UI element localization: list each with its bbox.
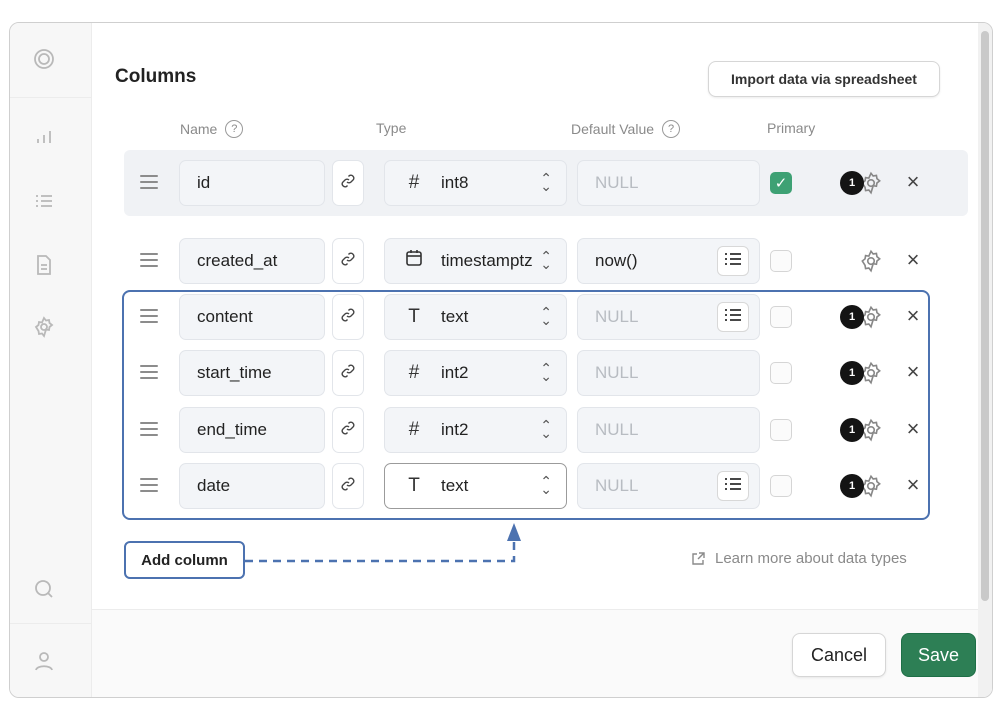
column-name-value: created_at bbox=[197, 251, 278, 270]
column-name-input[interactable]: created_at bbox=[179, 238, 325, 284]
header-type-label: Type bbox=[376, 120, 407, 136]
drag-handle-icon[interactable] bbox=[140, 253, 158, 267]
column-type-value: timestamptz bbox=[441, 251, 533, 270]
import-spreadsheet-button[interactable]: Import data via spreadsheet bbox=[708, 61, 940, 97]
sidebar-divider bbox=[10, 97, 92, 98]
scrollbar[interactable] bbox=[978, 23, 992, 697]
count-badge: 1 bbox=[840, 474, 864, 498]
count-badge: 1 bbox=[840, 418, 864, 442]
close-icon[interactable]: × bbox=[902, 171, 924, 193]
column-row: id # int8 ⌃ ⌄ NULL ✓ 1 × bbox=[124, 160, 968, 208]
link-icon bbox=[340, 251, 356, 272]
default-value: NULL bbox=[595, 173, 639, 192]
external-link-icon bbox=[692, 551, 705, 565]
count-badge: 1 bbox=[840, 171, 864, 195]
document-icon[interactable] bbox=[32, 253, 56, 277]
header-default-value: Default Value ? bbox=[571, 120, 681, 138]
learn-more-label: Learn more about data types bbox=[715, 550, 907, 567]
header-default-label: Default Value bbox=[571, 121, 655, 137]
close-icon[interactable]: × bbox=[902, 249, 924, 271]
chevron-updown-icon: ⌃ ⌄ bbox=[540, 248, 552, 272]
list-icon[interactable] bbox=[32, 189, 56, 213]
hash-icon: # bbox=[408, 172, 420, 193]
gear-icon[interactable] bbox=[858, 248, 884, 274]
count-badge: 1 bbox=[840, 361, 864, 385]
link-icon bbox=[340, 173, 356, 194]
search-icon[interactable] bbox=[32, 577, 56, 601]
user-icon[interactable] bbox=[32, 649, 56, 673]
calendar-icon bbox=[401, 248, 427, 274]
drag-handle-icon[interactable] bbox=[140, 175, 158, 189]
column-name-value: id bbox=[197, 173, 211, 192]
sidebar-divider bbox=[10, 623, 92, 624]
settings-icon[interactable] bbox=[32, 315, 56, 339]
learn-more-link[interactable]: Learn more about data types bbox=[691, 550, 907, 567]
annotation-highlight-box bbox=[122, 290, 930, 520]
primary-key-checkbox[interactable] bbox=[770, 250, 792, 272]
chevron-updown-icon: ⌃ ⌄ bbox=[540, 170, 552, 194]
default-value-input[interactable]: NULL bbox=[577, 160, 760, 206]
section-title: Columns bbox=[115, 66, 197, 87]
column-name-input[interactable]: id bbox=[179, 160, 325, 206]
default-value: now() bbox=[595, 251, 638, 270]
add-column-button[interactable]: Add column bbox=[124, 541, 245, 579]
save-button[interactable]: Save bbox=[901, 633, 976, 677]
header-name: Name ? bbox=[180, 120, 244, 138]
header-name-label: Name bbox=[180, 121, 218, 137]
column-type-select[interactable]: timestamptz ⌃ ⌄ bbox=[384, 238, 567, 284]
header-type: Type bbox=[376, 120, 406, 136]
header-primary: Primary bbox=[767, 120, 815, 136]
cancel-button[interactable]: Cancel bbox=[792, 633, 886, 677]
suggestions-list-button[interactable] bbox=[717, 246, 749, 276]
chart-icon[interactable] bbox=[32, 125, 56, 149]
count-badge: 1 bbox=[840, 305, 864, 329]
sidebar-rail bbox=[10, 23, 92, 697]
default-value-input[interactable]: now() bbox=[577, 238, 760, 284]
column-type-select[interactable]: # int8 ⌃ ⌄ bbox=[384, 160, 567, 206]
help-icon[interactable]: ? bbox=[225, 120, 244, 138]
logo-icon[interactable] bbox=[32, 47, 56, 71]
scrollbar-thumb[interactable] bbox=[981, 31, 989, 601]
primary-key-checkbox[interactable]: ✓ bbox=[770, 172, 792, 194]
foreign-key-link-button[interactable] bbox=[332, 238, 364, 284]
column-type-value: int8 bbox=[441, 173, 469, 192]
foreign-key-link-button[interactable] bbox=[332, 160, 364, 206]
header-primary-label: Primary bbox=[767, 120, 816, 136]
column-row: created_at timestamptz ⌃ ⌄ now() × bbox=[124, 238, 968, 286]
list-icon bbox=[724, 251, 742, 271]
help-icon[interactable]: ? bbox=[662, 120, 681, 138]
